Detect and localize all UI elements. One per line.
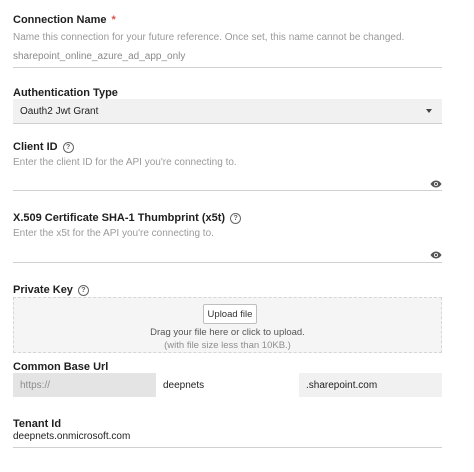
client-id-help: Enter the client ID for the API you're c… [13, 157, 237, 168]
auth-type-label: Authentication Type [13, 87, 118, 99]
x5t-label-text: X.509 Certificate SHA-1 Thumbprint (x5t) [13, 212, 226, 224]
question-circle-icon[interactable]: ? [230, 212, 242, 224]
connection-form: Connection Name * Name this connection f… [0, 0, 474, 472]
private-key-dropzone[interactable]: Upload file Drag your file here or click… [13, 297, 442, 353]
client-id-input[interactable] [13, 174, 442, 191]
required-asterisk: * [111, 14, 116, 26]
tenant-id-label: Tenant Id [13, 418, 61, 430]
question-circle-icon[interactable]: ? [62, 141, 74, 153]
base-url-scheme: https:// [13, 373, 156, 397]
eye-icon[interactable] [430, 178, 442, 190]
client-id-label-text: Client ID [13, 141, 58, 153]
question-circle-icon[interactable]: ? [77, 284, 89, 296]
connection-name-input[interactable]: sharepoint_online_azure_ad_app_only [13, 51, 442, 68]
base-url-domain: .sharepoint.com [299, 373, 442, 397]
private-key-label-text: Private Key [13, 284, 73, 296]
connection-name-label-text: Connection Name [13, 14, 107, 26]
upload-file-button[interactable]: Upload file [203, 304, 257, 324]
private-key-label: Private Key ? [13, 284, 89, 296]
client-id-label: Client ID ? [13, 141, 74, 153]
connection-name-help: Name this connection for your future ref… [13, 32, 405, 43]
caret-down-icon [426, 109, 432, 113]
connection-name-label: Connection Name * [13, 14, 116, 26]
auth-type-select[interactable]: Oauth2 Jwt Grant [13, 99, 442, 124]
x5t-input[interactable] [13, 246, 442, 263]
auth-type-selected-value: Oauth2 Jwt Grant [20, 105, 99, 117]
tenant-id-label-text: Tenant Id [13, 418, 62, 430]
base-url-label-text: Common Base Url [13, 361, 109, 373]
dropzone-instruction: Drag your file here or click to upload. [150, 327, 305, 338]
auth-type-label-text: Authentication Type [13, 87, 118, 99]
x5t-label: X.509 Certificate SHA-1 Thumbprint (x5t)… [13, 212, 242, 224]
dropzone-size-note: (with file size less than 10KB.) [164, 340, 291, 351]
base-url-subdomain-input[interactable]: deepnets [156, 373, 299, 397]
base-url-group: https:// deepnets .sharepoint.com [13, 373, 442, 397]
eye-icon[interactable] [430, 249, 442, 261]
tenant-id-input[interactable]: deepnets.onmicrosoft.com [13, 431, 442, 448]
x5t-help: Enter the x5t for the API you're connect… [13, 228, 214, 239]
base-url-label: Common Base Url [13, 361, 108, 373]
